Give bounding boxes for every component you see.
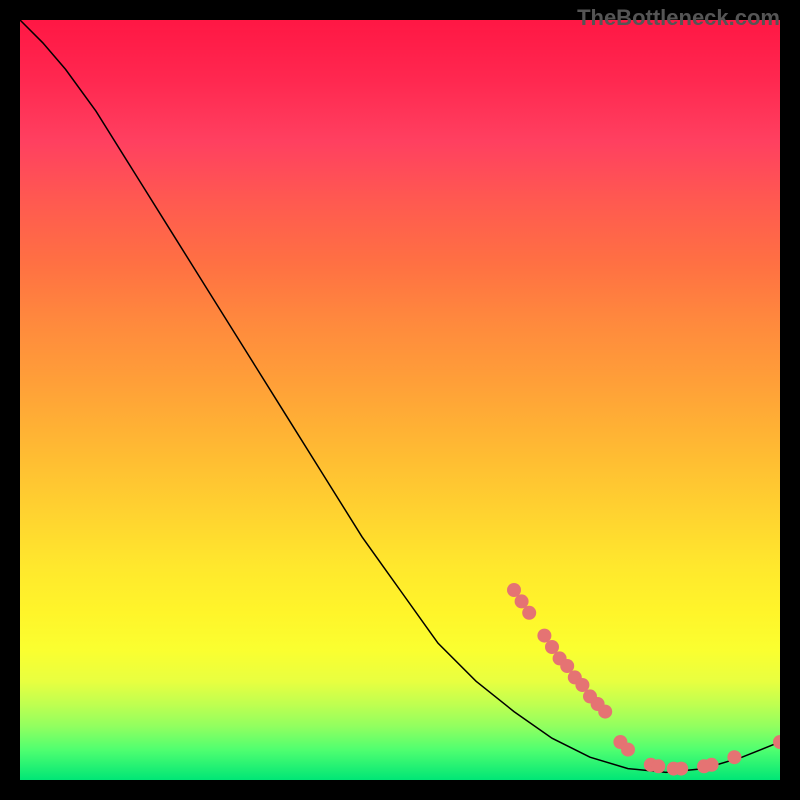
data-point xyxy=(705,758,719,772)
data-point xyxy=(773,735,780,749)
data-point xyxy=(674,762,688,776)
chart-svg xyxy=(20,20,780,780)
data-point xyxy=(727,750,741,764)
data-point xyxy=(651,759,665,773)
data-point xyxy=(507,583,521,597)
data-point xyxy=(537,629,551,643)
data-point xyxy=(598,705,612,719)
data-point xyxy=(560,659,574,673)
data-point xyxy=(515,594,529,608)
data-point xyxy=(522,606,536,620)
chart-container xyxy=(20,20,780,780)
data-dots xyxy=(507,583,780,776)
bottleneck-curve xyxy=(20,20,780,772)
data-point xyxy=(575,678,589,692)
watermark-text: TheBottleneck.com xyxy=(577,5,780,31)
data-point xyxy=(545,640,559,654)
data-point xyxy=(621,743,635,757)
